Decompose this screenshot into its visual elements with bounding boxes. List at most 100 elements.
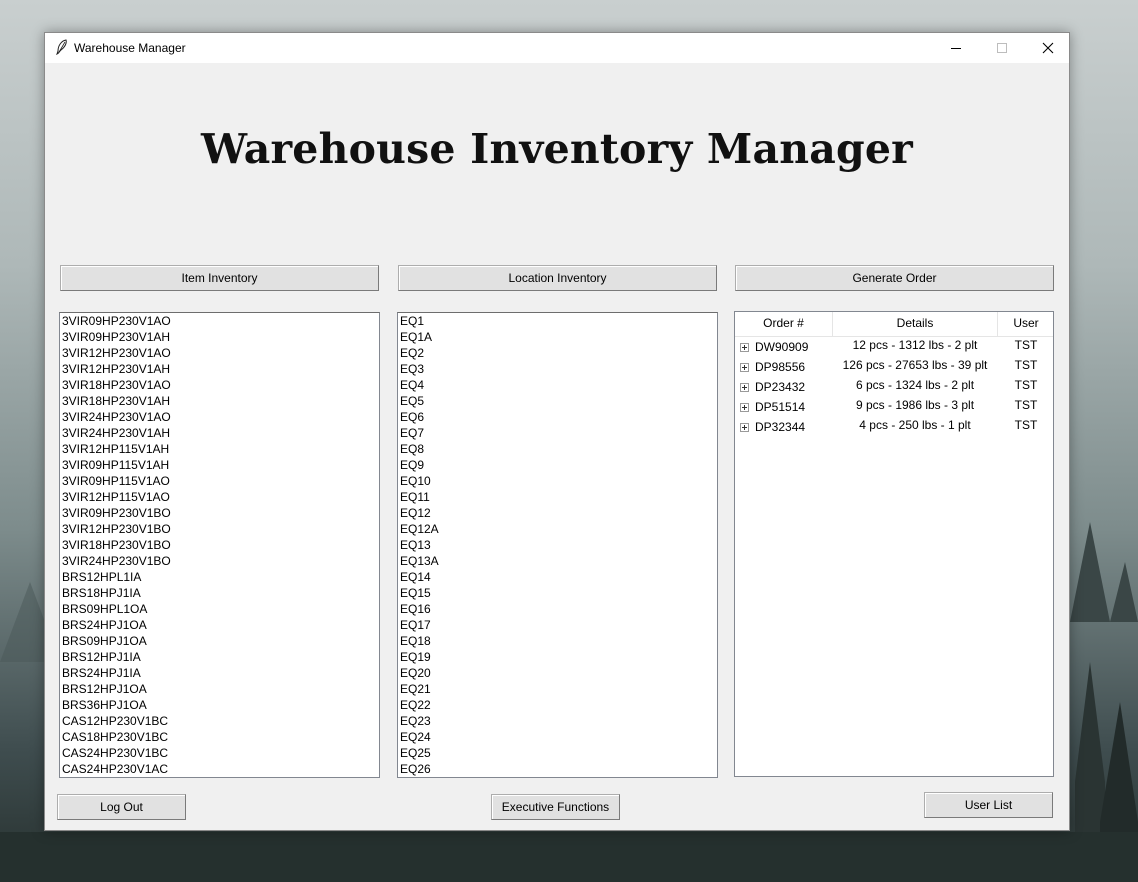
order-number: DP32344	[755, 420, 806, 434]
list-item[interactable]: EQ16	[398, 601, 717, 617]
list-item[interactable]: EQ21	[398, 681, 717, 697]
list-item[interactable]: 3VIR09HP115V1AO	[60, 473, 379, 489]
column-header-details[interactable]: Details	[833, 312, 997, 336]
list-item[interactable]: EQ2	[398, 345, 717, 361]
list-item[interactable]: EQ1	[398, 313, 717, 329]
expand-plus-icon[interactable]	[740, 383, 749, 392]
order-user: TST	[1014, 378, 1038, 392]
list-item[interactable]: 3VIR09HP230V1AH	[60, 329, 379, 345]
list-item[interactable]: 3VIR09HP230V1BO	[60, 505, 379, 521]
orders-header: Order # Details User	[735, 312, 1053, 337]
order-row[interactable]: DP32344 4 pcs - 250 lbs - 1 plt TST	[735, 418, 1053, 438]
window-title: Warehouse Manager	[74, 41, 186, 55]
generate-order-button[interactable]: Generate Order	[735, 265, 1054, 291]
order-details: 9 pcs - 1986 lbs - 3 plt	[855, 398, 975, 412]
list-item[interactable]: EQ17	[398, 617, 717, 633]
list-item[interactable]: EQ15	[398, 585, 717, 601]
list-item[interactable]: 3VIR24HP230V1AH	[60, 425, 379, 441]
list-item[interactable]: CAS24HP230V1BC	[60, 745, 379, 761]
list-item[interactable]: 3VIR18HP230V1BO	[60, 537, 379, 553]
maximize-button[interactable]	[979, 33, 1025, 63]
location-inventory-list[interactable]: EQ1 EQ1A EQ2 EQ3 EQ4 EQ5 EQ6 EQ7 EQ8 EQ9 EQ10 EQ11 E…	[397, 312, 718, 778]
close-icon	[1042, 42, 1054, 54]
list-item[interactable]: EQ9	[398, 457, 717, 473]
executive-functions-button[interactable]: Executive Functions	[491, 794, 620, 820]
order-row[interactable]: DP51514 9 pcs - 1986 lbs - 3 plt TST	[735, 398, 1053, 418]
order-row[interactable]: DW90909 12 pcs - 1312 lbs - 2 plt TST	[735, 338, 1053, 358]
item-inventory-list[interactable]: 3VIR09HP230V1AO 3VIR09HP230V1AH 3VIR12HP23…	[59, 312, 380, 778]
list-item[interactable]: 3VIR12HP115V1AO	[60, 489, 379, 505]
list-item[interactable]: EQ19	[398, 649, 717, 665]
list-item[interactable]: 3VIR24HP230V1BO	[60, 553, 379, 569]
minimize-icon	[951, 48, 961, 49]
order-details: 6 pcs - 1324 lbs - 2 plt	[855, 378, 975, 392]
list-item[interactable]: EQ12	[398, 505, 717, 521]
list-item[interactable]: EQ25	[398, 745, 717, 761]
expand-plus-icon[interactable]	[740, 363, 749, 372]
list-item[interactable]: 3VIR09HP230V1AO	[60, 313, 379, 329]
expand-plus-icon[interactable]	[740, 403, 749, 412]
list-item[interactable]: BRS12HPL1IA	[60, 569, 379, 585]
list-item[interactable]: 3VIR09HP115V1AH	[60, 457, 379, 473]
list-item[interactable]: 3VIR18HP230V1AH	[60, 393, 379, 409]
list-item[interactable]: EQ7	[398, 425, 717, 441]
expand-plus-icon[interactable]	[740, 423, 749, 432]
list-item[interactable]: EQ13	[398, 537, 717, 553]
column-header-user[interactable]: User	[998, 312, 1054, 336]
order-details: 4 pcs - 250 lbs - 1 plt	[859, 418, 971, 432]
list-item[interactable]: BRS18HPJ1IA	[60, 585, 379, 601]
list-item[interactable]: 3VIR18HP230V1AO	[60, 377, 379, 393]
list-item[interactable]: EQ22	[398, 697, 717, 713]
expand-plus-icon[interactable]	[740, 343, 749, 352]
user-list-button[interactable]: User List	[924, 792, 1053, 818]
column-header-order[interactable]: Order #	[735, 312, 832, 336]
list-item[interactable]: BRS24HPJ1OA	[60, 617, 379, 633]
order-details: 126 pcs - 27653 lbs - 39 plt	[842, 358, 988, 372]
list-item[interactable]: BRS09HPJ1OA	[60, 633, 379, 649]
list-item[interactable]: CAS18HP230V1BC	[60, 729, 379, 745]
list-item[interactable]: BRS12HPJ1IA	[60, 649, 379, 665]
list-item[interactable]: 3VIR12HP230V1BO	[60, 521, 379, 537]
list-item[interactable]: EQ11	[398, 489, 717, 505]
list-item[interactable]: EQ13A	[398, 553, 717, 569]
list-item[interactable]: EQ10	[398, 473, 717, 489]
list-item[interactable]: EQ12A	[398, 521, 717, 537]
list-item[interactable]: EQ26	[398, 761, 717, 777]
list-item[interactable]: EQ3	[398, 361, 717, 377]
list-item[interactable]: EQ1A	[398, 329, 717, 345]
list-item[interactable]: 3VIR12HP230V1AO	[60, 345, 379, 361]
order-number: DW90909	[755, 340, 809, 354]
list-item[interactable]: EQ6	[398, 409, 717, 425]
list-item[interactable]: EQ23	[398, 713, 717, 729]
order-number: DP51514	[755, 400, 806, 414]
list-item[interactable]: EQ18	[398, 633, 717, 649]
list-item[interactable]: 3VIR12HP230V1AH	[60, 361, 379, 377]
order-row[interactable]: DP98556 126 pcs - 27653 lbs - 39 plt TST	[735, 358, 1053, 378]
list-item[interactable]: BRS12HPJ1OA	[60, 681, 379, 697]
list-item[interactable]: BRS09HPL1OA	[60, 601, 379, 617]
item-inventory-button[interactable]: Item Inventory	[60, 265, 379, 291]
orders-tree[interactable]: Order # Details User DW90909 12 pcs - 131…	[734, 311, 1054, 777]
order-user: TST	[1014, 358, 1038, 372]
list-item[interactable]: BRS24HPJ1IA	[60, 665, 379, 681]
list-item[interactable]: CAS12HP230V1BC	[60, 713, 379, 729]
log-out-button[interactable]: Log Out	[57, 794, 186, 820]
list-item[interactable]: BRS36HPJ1OA	[60, 697, 379, 713]
order-number: DP98556	[755, 360, 806, 374]
list-item[interactable]: 3VIR12HP115V1AH	[60, 441, 379, 457]
minimize-button[interactable]	[933, 33, 979, 63]
app-window: Warehouse Manager Warehouse Inventory Ma…	[44, 32, 1070, 831]
close-button[interactable]	[1025, 33, 1071, 63]
order-row[interactable]: DP23432 6 pcs - 1324 lbs - 2 plt TST	[735, 378, 1053, 398]
list-item[interactable]: EQ24	[398, 729, 717, 745]
order-details: 12 pcs - 1312 lbs - 2 plt	[852, 338, 978, 352]
list-item[interactable]: 3VIR24HP230V1AO	[60, 409, 379, 425]
list-item[interactable]: EQ8	[398, 441, 717, 457]
list-item[interactable]: EQ4	[398, 377, 717, 393]
list-item[interactable]: CAS24HP230V1AC	[60, 761, 379, 777]
list-item[interactable]: EQ20	[398, 665, 717, 681]
order-user: TST	[1014, 398, 1038, 412]
list-item[interactable]: EQ14	[398, 569, 717, 585]
list-item[interactable]: EQ5	[398, 393, 717, 409]
location-inventory-button[interactable]: Location Inventory	[398, 265, 717, 291]
